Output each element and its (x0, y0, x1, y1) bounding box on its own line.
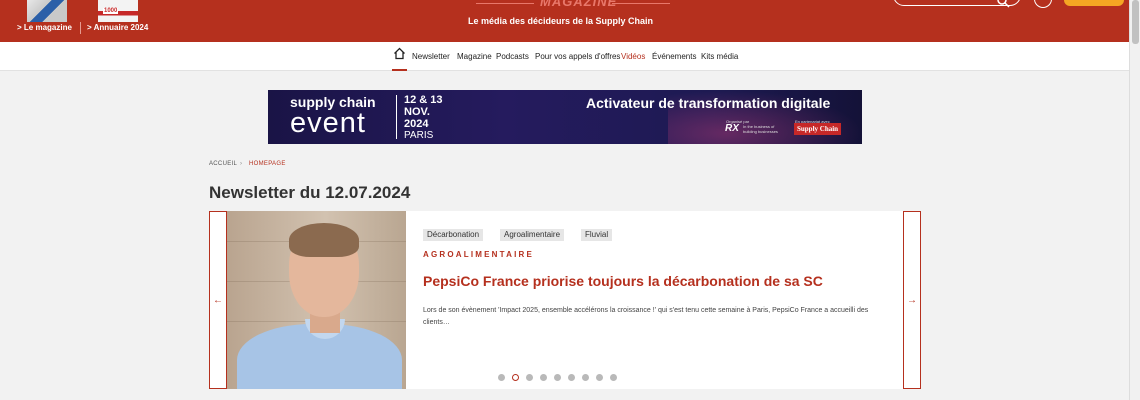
photo-person-hair (289, 223, 359, 257)
logo-rule-left (476, 3, 534, 4)
nav-item-videos[interactable]: Vidéos (621, 52, 645, 61)
carousel-dot[interactable] (582, 374, 589, 381)
carousel-dot[interactable] (526, 374, 533, 381)
carousel-next-button[interactable]: → (903, 211, 921, 389)
tag-decarbonation[interactable]: Décarbonation (423, 229, 484, 241)
site-tagline: Le média des décideurs de la Supply Chai… (468, 16, 654, 26)
subscribe-button[interactable] (1064, 0, 1124, 6)
tag-agroalimentaire[interactable]: Agroalimentaire (500, 229, 565, 241)
banner-divider (396, 95, 397, 139)
nav-item-evenements[interactable]: Événements (652, 52, 696, 61)
home-active-indicator (392, 69, 407, 71)
nav-item-podcasts[interactable]: Podcasts (496, 52, 529, 61)
page-scrollbar[interactable] (1129, 0, 1140, 400)
carousel-dot[interactable] (540, 374, 547, 381)
arrow-left-icon: ← (213, 294, 223, 306)
site-header: 1000 > Le magazine > Annuaire 2024 MAGAZ… (0, 0, 1140, 42)
logo-magazine-word[interactable]: MAGAZINE (540, 0, 617, 9)
breadcrumb-current[interactable]: HOMEPAGE (249, 161, 286, 167)
nav-item-appels-offres[interactable]: Pour vos appels d'offres (535, 52, 620, 61)
banner-organizer-sub: In the business of building businesses (743, 124, 778, 134)
breadcrumb-home[interactable]: ACCUEIL (209, 161, 237, 167)
scrollbar-thumb[interactable] (1132, 0, 1139, 44)
carousel-dot[interactable] (512, 374, 519, 381)
annuaire-cover-thumbnail[interactable]: 1000 (98, 0, 138, 22)
banner-event: event (290, 107, 366, 139)
carousel-dot[interactable] (568, 374, 575, 381)
banner-organizer-logo: RX (725, 123, 739, 134)
annuaire-thumb-text: 1000 (103, 8, 119, 14)
article-title[interactable]: PepsiCo France priorise toujours la déca… (423, 273, 823, 289)
carousel-dot[interactable] (610, 374, 617, 381)
banner-city: PARIS (404, 130, 434, 141)
carousel-dot[interactable] (498, 374, 505, 381)
banner-year: 2024 (404, 118, 429, 130)
search-icon[interactable] (996, 0, 1010, 8)
magazine-link[interactable]: > Le magazine (17, 23, 72, 32)
carousel-dot[interactable] (554, 374, 561, 381)
carousel-dot[interactable] (596, 374, 603, 381)
carousel-prev-button[interactable]: ← (209, 211, 227, 389)
tag-fluvial[interactable]: Fluvial (581, 229, 613, 241)
carousel-pagination (498, 374, 617, 384)
article-category[interactable]: AGROALIMENTAIRE (423, 250, 534, 259)
nav-item-magazine[interactable]: Magazine (457, 52, 492, 61)
arrow-right-icon: → (907, 294, 917, 306)
account-icon[interactable] (1034, 0, 1052, 8)
breadcrumb-separator: › (240, 161, 243, 167)
article-photo[interactable] (227, 211, 406, 389)
banner-month: NOV. (404, 106, 430, 118)
event-banner[interactable]: supply chain event 12 & 13 NOV. 2024 PAR… (268, 90, 862, 144)
banner-dates: 12 & 13 (404, 94, 443, 106)
logo-rule-right (612, 3, 670, 4)
header-divider (80, 22, 81, 34)
nav-item-newsletter[interactable]: Newsletter (412, 52, 450, 61)
nav-item-kits-media[interactable]: Kits média (701, 52, 738, 61)
banner-headline: Activateur de transformation digitale (586, 95, 831, 111)
article-excerpt: Lors de son évènement 'Impact 2025, ense… (423, 307, 869, 326)
page-title: Newsletter du 12.07.2024 (209, 183, 411, 202)
banner-partner-logo: Supply Chain (794, 123, 842, 135)
home-icon[interactable] (393, 47, 406, 60)
annuaire-link[interactable]: > Annuaire 2024 (87, 23, 148, 32)
magazine-cover-thumbnail[interactable] (27, 0, 67, 22)
